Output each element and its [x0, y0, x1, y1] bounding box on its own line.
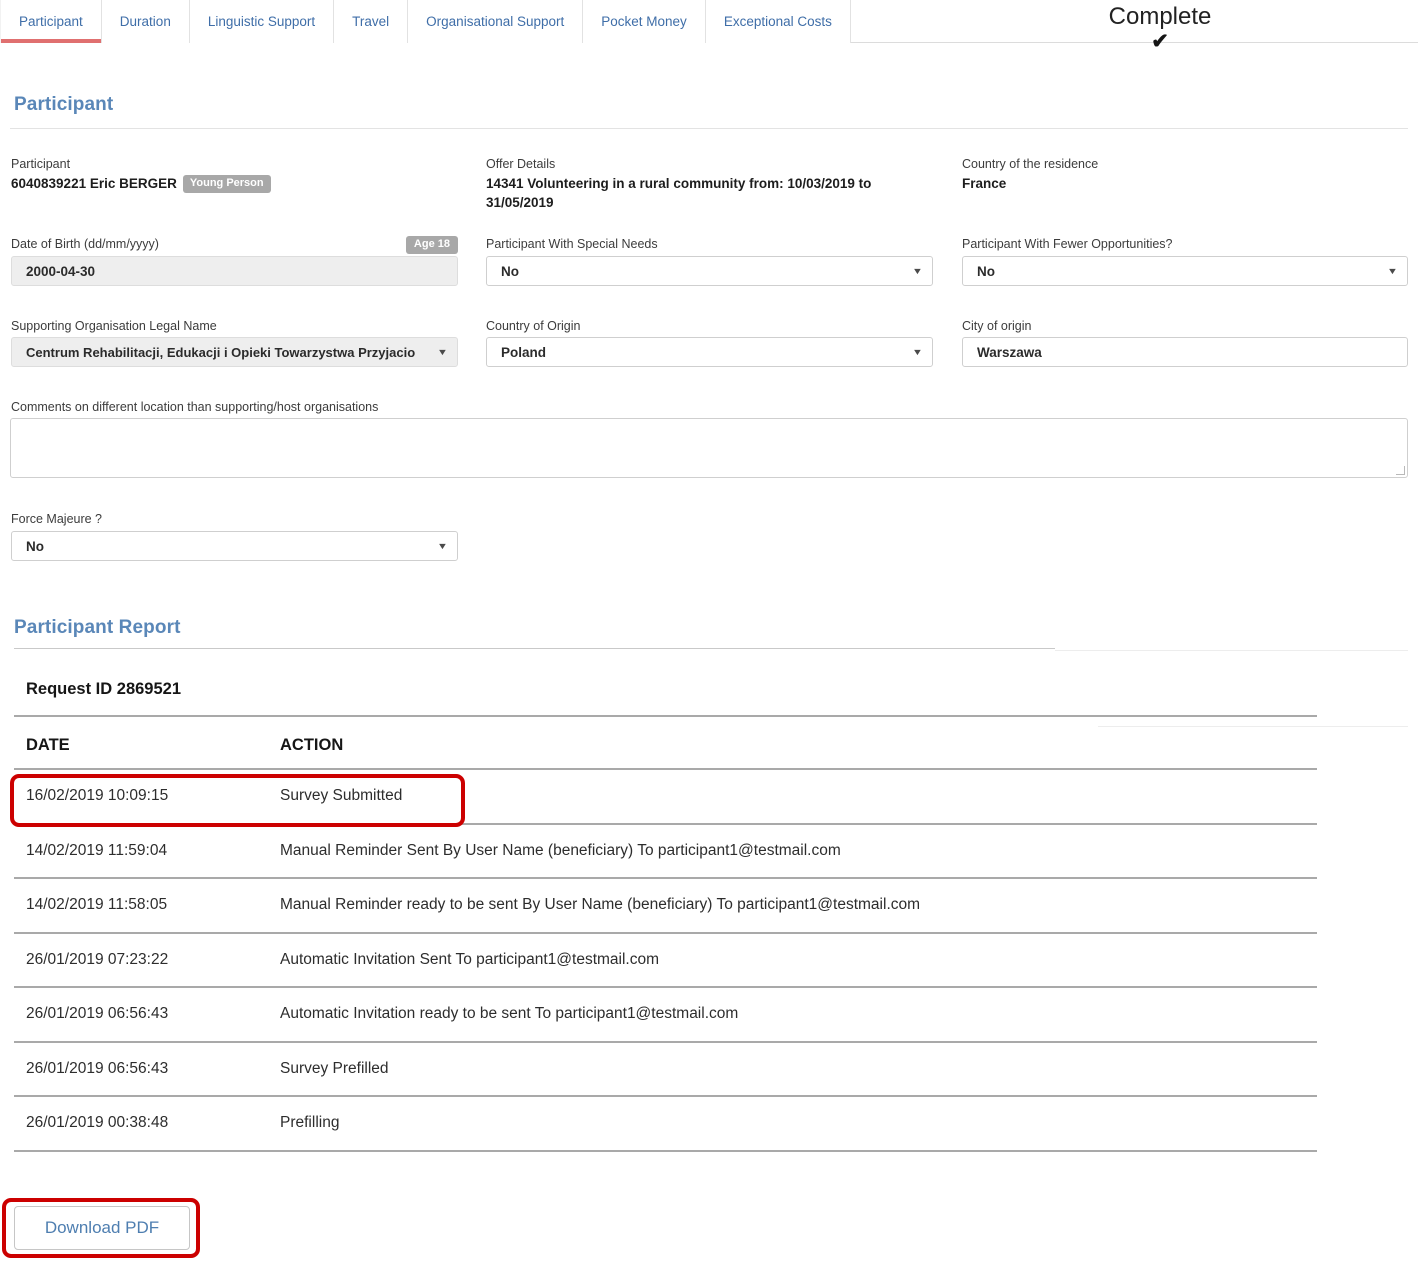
row-date: 26/01/2019 06:56:43 — [26, 1005, 169, 1023]
country-residence-value: France — [962, 176, 1007, 191]
column-header-date: DATE — [26, 735, 70, 754]
row-action: Prefilling — [280, 1114, 340, 1132]
row-action: Manual Reminder ready to be sent By User… — [280, 896, 921, 914]
country-origin-value: Poland — [501, 344, 547, 360]
tab-exceptional-costs-label: Exceptional Costs — [723, 14, 832, 29]
chevron-down-icon: ▼ — [911, 346, 924, 357]
table-row[interactable]: 26/01/2019 00:38:48 Prefilling — [14, 1097, 1317, 1152]
force-majeure-label: Force Majeure ? — [11, 512, 103, 526]
row-action: Automatic Invitation Sent To participant… — [280, 950, 660, 968]
download-pdf-label: Download PDF — [44, 1218, 160, 1237]
comments-label: Comments on different location than supp… — [11, 400, 379, 414]
tab-duration[interactable]: Duration — [101, 0, 190, 43]
report-section-title: Participant Report — [14, 617, 181, 638]
report-table: DATE ACTION 16/02/2019 10:09:15 Survey S… — [14, 722, 1317, 1152]
table-row[interactable]: 26/01/2019 07:23:22 Automatic Invitation… — [14, 934, 1317, 988]
dob-label: Date of Birth (dd/mm/yyyy) — [11, 237, 159, 251]
table-row[interactable]: 26/01/2019 06:56:43 Automatic Invitation… — [14, 988, 1317, 1043]
row-action: Automatic Invitation ready to be sent To… — [280, 1005, 739, 1023]
country-residence-label: Country of the residence — [962, 157, 1099, 171]
table-row[interactable]: 14/02/2019 11:59:04 Manual Reminder Sent… — [14, 825, 1317, 879]
chevron-down-icon: ▼ — [911, 265, 924, 276]
request-id: Request ID 2869521 — [26, 680, 182, 698]
row-action: Survey Submitted — [280, 787, 403, 805]
report-section-divider — [14, 648, 1055, 649]
tab-travel[interactable]: Travel — [334, 0, 409, 43]
participant-report-page: Participant Duration Linguistic Support … — [0, 0, 1418, 1262]
tab-duration-label: Duration — [119, 14, 171, 29]
tab-travel-label: Travel — [352, 14, 390, 29]
special-needs-select[interactable]: No ▼ — [486, 256, 933, 286]
comments-textarea[interactable] — [10, 418, 1408, 478]
row-date: 14/02/2019 11:58:05 — [26, 896, 168, 914]
offer-details-value: 14341 Volunteering in a rural community … — [486, 176, 872, 210]
supporting-org-value: Centrum Rehabilitacji, Edukacji i Opieki… — [26, 344, 416, 360]
row-date: 26/01/2019 07:23:22 — [26, 950, 169, 968]
report-section-divider-light — [1055, 650, 1408, 651]
table-row[interactable]: 14/02/2019 11:58:05 Manual Reminder read… — [14, 879, 1317, 934]
row-date: 26/01/2019 06:56:43 — [26, 1059, 169, 1077]
tab-organisational-support-label: Organisational Support — [426, 14, 565, 29]
row-date: 16/02/2019 10:09:15 — [26, 787, 169, 805]
special-needs-label: Participant With Special Needs — [486, 237, 658, 251]
participant-name: 6040839221 Eric BERGER — [11, 176, 177, 191]
fewer-opportunities-label: Participant With Fewer Opportunities? — [962, 237, 1173, 251]
force-majeure-select[interactable]: No ▼ — [11, 531, 458, 561]
fewer-opportunities-select[interactable]: No ▼ — [962, 256, 1408, 286]
supporting-org-select[interactable]: Centrum Rehabilitacji, Edukacji i Opieki… — [11, 337, 458, 367]
request-id-divider — [14, 715, 1317, 717]
tab-participant[interactable]: Participant — [0, 0, 102, 43]
row-action: Manual Reminder Sent By User Name (benef… — [280, 841, 841, 859]
tab-participant-label: Participant — [19, 14, 83, 29]
table-header-row: DATE ACTION — [14, 722, 1317, 770]
participant-value: 6040839221 Eric BERGER Young Person — [11, 174, 271, 194]
participant-type-badge: Young Person — [182, 175, 271, 194]
participant-label: Participant — [11, 157, 71, 171]
country-origin-label: Country of Origin — [486, 319, 581, 333]
column-header-action: ACTION — [280, 735, 344, 754]
dob-field[interactable]: 2000-04-30 — [11, 256, 458, 286]
city-origin-label: City of origin — [962, 319, 1032, 333]
table-row[interactable]: 26/01/2019 06:56:43 Survey Prefilled — [14, 1043, 1317, 1097]
tab-exceptional-costs[interactable]: Exceptional Costs — [705, 0, 851, 43]
dob-value: 2000-04-30 — [26, 263, 96, 279]
force-majeure-value: No — [26, 538, 44, 554]
chevron-down-icon: ▼ — [436, 540, 449, 551]
status-label: Complete — [1108, 3, 1212, 30]
supporting-org-label: Supporting Organisation Legal Name — [11, 319, 217, 333]
row-action: Survey Prefilled — [280, 1059, 389, 1077]
status-complete: Complete ✔ — [1045, 2, 1275, 53]
download-pdf-button[interactable]: Download PDF — [14, 1206, 190, 1250]
page-title: Participant — [14, 94, 114, 115]
offer-details-label: Offer Details — [486, 157, 556, 171]
tab-linguistic-support[interactable]: Linguistic Support — [189, 0, 335, 43]
tab-organisational-support[interactable]: Organisational Support — [408, 0, 584, 43]
city-origin-field[interactable]: Warszawa — [962, 337, 1408, 367]
tab-pocket-money-label: Pocket Money — [601, 14, 687, 29]
participant-section-divider — [10, 128, 1408, 129]
check-icon: ✔ — [1151, 30, 1169, 53]
age-badge: Age 18 — [405, 236, 458, 254]
row-date: 26/01/2019 00:38:48 — [26, 1114, 169, 1132]
chevron-down-icon: ▼ — [1386, 265, 1399, 276]
row-date: 14/02/2019 11:59:04 — [26, 841, 168, 859]
dob-label-row: Date of Birth (dd/mm/yyyy) Age 18 — [11, 236, 458, 254]
special-needs-value: No — [501, 263, 519, 279]
chevron-down-icon: ▼ — [436, 346, 449, 357]
fewer-opportunities-value: No — [977, 263, 995, 279]
tab-linguistic-support-label: Linguistic Support — [207, 14, 316, 29]
city-origin-value: Warszawa — [977, 344, 1042, 360]
tab-pocket-money[interactable]: Pocket Money — [583, 0, 706, 43]
table-row[interactable]: 16/02/2019 10:09:15 Survey Submitted — [14, 770, 1317, 825]
country-origin-select[interactable]: Poland ▼ — [486, 337, 933, 367]
